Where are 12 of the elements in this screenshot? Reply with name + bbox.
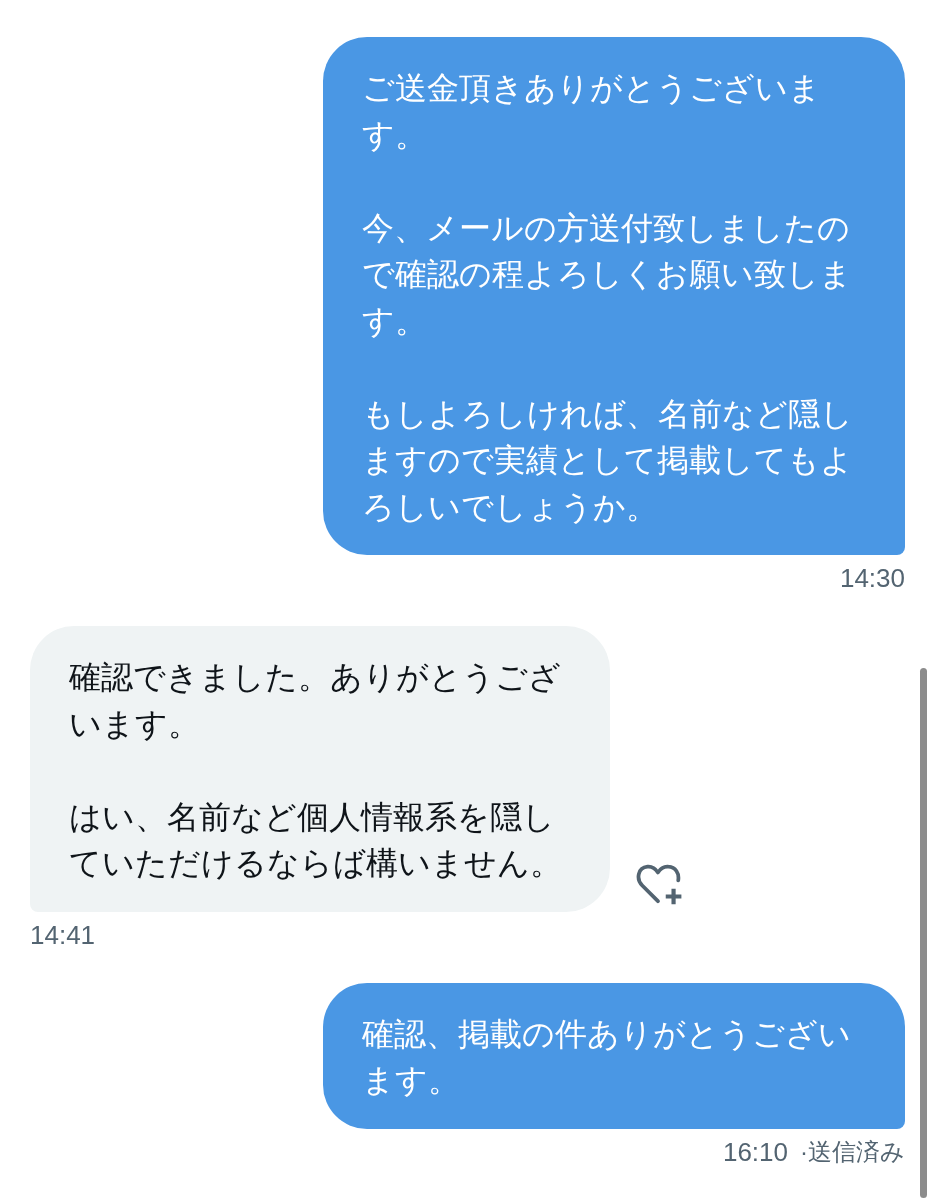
message-text: 確認できました。ありがとうございます。	[69, 657, 562, 745]
message-text: もしよろしければ、名前など隠しますので実績として掲載してもよろしいでしょうか。	[362, 393, 854, 528]
timestamp: 16:10	[722, 1136, 788, 1167]
message-text: 今、メールの方送付致しましたので確認の程よろしくお願い致します。	[362, 207, 853, 342]
timestamp: 14:30	[839, 563, 905, 593]
message-text: ご送金頂きありがとうございます。	[362, 68, 822, 156]
heart-plus-icon[interactable]	[636, 862, 684, 907]
timestamp: 14:41	[30, 919, 96, 950]
message-text: 確認、掲載の件ありがとうございます。	[362, 1013, 852, 1101]
message-text: はい、名前など個人情報系を隠していただけるならば構いません。	[69, 796, 563, 884]
scrollbar[interactable]	[920, 668, 927, 1198]
delivery-status: ·送信済み	[800, 1136, 905, 1167]
